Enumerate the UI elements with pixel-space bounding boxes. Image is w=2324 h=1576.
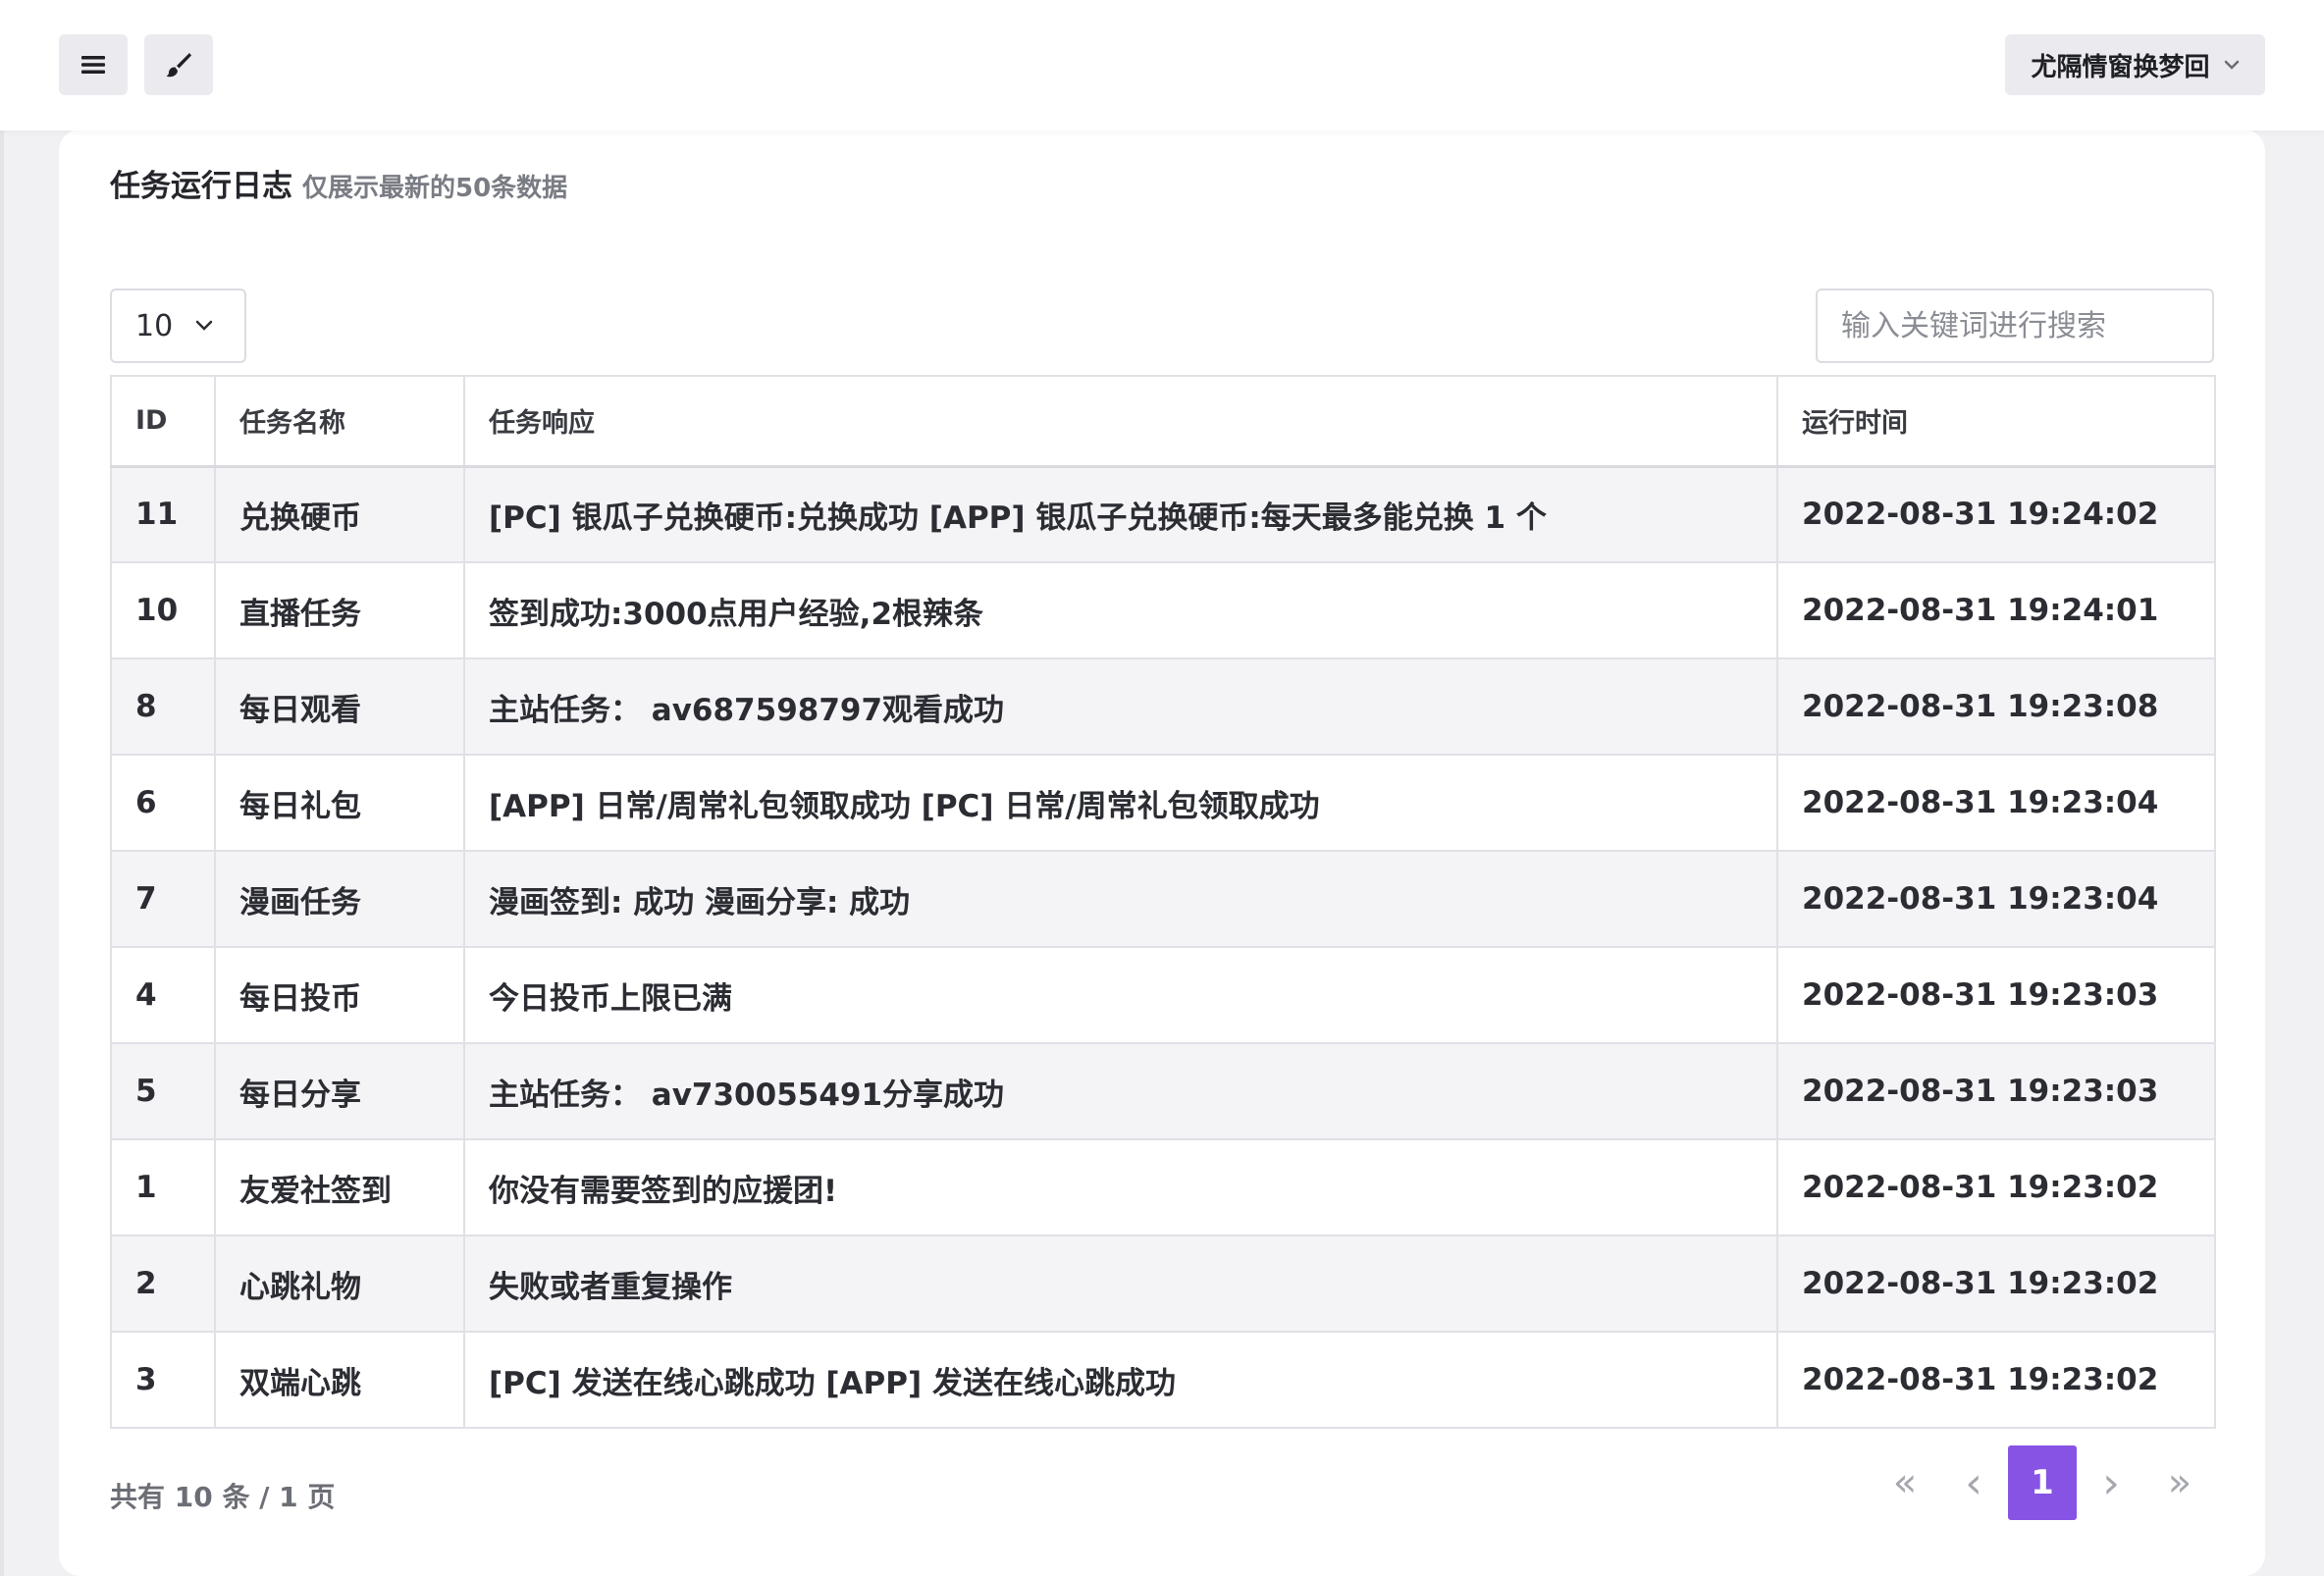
cell-id: 5 <box>110 1042 216 1140</box>
cell-run-time: 2022-08-31 19:23:02 <box>1776 1138 2216 1236</box>
header-id[interactable]: ID <box>110 375 216 468</box>
theme-button[interactable] <box>144 34 213 95</box>
table-row: 7 漫画任务 漫画签到: 成功 漫画分享: 成功 2022-08-31 19:23:0… <box>110 850 2216 948</box>
user-name: 尤隔情窗换梦回 <box>2031 52 2210 82</box>
card-header: 任务运行日志 仅展示最新的50条数据 <box>110 161 567 205</box>
cell-task-name: 友爱社签到 <box>214 1138 465 1236</box>
cell-run-time: 2022-08-31 19:23:02 <box>1776 1331 2216 1429</box>
table-row: 6 每日礼包 [APP] 日常/周常礼包领取成功 [PC] 日常/周常礼包领取成功 2… <box>110 754 2216 852</box>
cell-run-time: 2022-08-31 19:24:01 <box>1776 561 2216 659</box>
cell-task-name: 每日观看 <box>214 657 465 756</box>
cell-response: [APP] 日常/周常礼包领取成功 [PC] 日常/周常礼包领取成功 <box>463 754 1778 852</box>
cell-response: 你没有需要签到的应援团! <box>463 1138 1778 1236</box>
search-input[interactable] <box>1816 289 2214 363</box>
cell-task-name: 直播任务 <box>214 561 465 659</box>
cell-response: 主站任务： av687598797观看成功 <box>463 657 1778 756</box>
table-row: 11 兑换硬币 [PC] 银瓜子兑换硬币:兑换成功 [APP] 银瓜子兑换硬币:每天… <box>110 465 2216 563</box>
cell-id: 7 <box>110 850 216 948</box>
chevron-left-icon: ‹ <box>1965 1457 1982 1508</box>
cell-id: 2 <box>110 1235 216 1333</box>
double-chevron-left-icon: « <box>1892 1460 1918 1505</box>
pagination: « ‹ 1 › » <box>1871 1445 2214 1520</box>
table-row: 3 双端心跳 [PC] 发送在线心跳成功 [APP] 发送在线心跳成功 2022-08… <box>110 1331 2216 1429</box>
cell-task-name: 每日投币 <box>214 946 465 1044</box>
cell-task-name: 每日分享 <box>214 1042 465 1140</box>
cell-task-name: 双端心跳 <box>214 1331 465 1429</box>
menu-toggle-button[interactable] <box>59 34 128 95</box>
chevron-down-icon <box>195 320 213 331</box>
cell-run-time: 2022-08-31 19:23:04 <box>1776 754 2216 852</box>
paintbrush-icon <box>166 53 191 78</box>
cell-run-time: 2022-08-31 19:23:03 <box>1776 1042 2216 1140</box>
cell-response: 签到成功:3000点用户经验,2根辣条 <box>463 561 1778 659</box>
cell-run-time: 2022-08-31 19:23:04 <box>1776 850 2216 948</box>
cell-response: 主站任务： av730055491分享成功 <box>463 1042 1778 1140</box>
cell-id: 4 <box>110 946 216 1044</box>
next-page-button[interactable]: › <box>2077 1445 2145 1520</box>
page-size-select[interactable]: 10 <box>110 289 246 363</box>
cell-id: 8 <box>110 657 216 756</box>
cell-response: 今日投币上限已满 <box>463 946 1778 1044</box>
header-response[interactable]: 任务响应 <box>463 375 1778 468</box>
table-row: 2 心跳礼物 失败或者重复操作 2022-08-31 19:23:02 <box>110 1235 2216 1333</box>
cell-id: 10 <box>110 561 216 659</box>
table-row: 1 友爱社签到 你没有需要签到的应援团! 2022-08-31 19:23:02 <box>110 1138 2216 1236</box>
card-subtitle: 仅展示最新的50条数据 <box>302 174 568 203</box>
cell-run-time: 2022-08-31 19:24:02 <box>1776 465 2216 563</box>
page-size-value: 10 <box>135 308 174 343</box>
table-row: 10 直播任务 签到成功:3000点用户经验,2根辣条 2022-08-31 19:2… <box>110 561 2216 659</box>
cell-run-time: 2022-08-31 19:23:02 <box>1776 1235 2216 1333</box>
first-page-button[interactable]: « <box>1871 1445 1939 1520</box>
task-log-table: ID 任务名称 任务响应 运行时间 11 兑换硬币 [PC] 银瓜子兑换硬币:兑换成… <box>110 375 2216 1429</box>
cell-response: 失败或者重复操作 <box>463 1235 1778 1333</box>
page-number: 1 <box>2031 1463 2054 1502</box>
task-log-card: 任务运行日志 仅展示最新的50条数据 10 ID 任务名称 任务响应 运行时间 … <box>59 130 2265 1576</box>
cell-response: [PC] 发送在线心跳成功 [APP] 发送在线心跳成功 <box>463 1331 1778 1429</box>
card-title: 任务运行日志 <box>110 169 292 204</box>
cell-task-name: 兑换硬币 <box>214 465 465 563</box>
table-row: 8 每日观看 主站任务： av687598797观看成功 2022-08-31 19:… <box>110 657 2216 756</box>
last-page-button[interactable]: » <box>2145 1445 2214 1520</box>
cell-task-name: 每日礼包 <box>214 754 465 852</box>
cell-run-time: 2022-08-31 19:23:08 <box>1776 657 2216 756</box>
cell-id: 3 <box>110 1331 216 1429</box>
cell-task-name: 漫画任务 <box>214 850 465 948</box>
pagination-summary: 共有 10 条 / 1 页 <box>110 1481 336 1513</box>
cell-response: [PC] 银瓜子兑换硬币:兑换成功 [APP] 银瓜子兑换硬币:每天最多能兑换 … <box>463 465 1778 563</box>
cell-id: 6 <box>110 754 216 852</box>
user-menu[interactable]: 尤隔情窗换梦回 <box>2005 34 2265 95</box>
chevron-right-icon: › <box>2102 1457 2120 1508</box>
hamburger-icon <box>81 56 105 74</box>
double-chevron-right-icon: » <box>2167 1460 2192 1505</box>
table-header-row: ID 任务名称 任务响应 运行时间 <box>110 375 2216 468</box>
cell-task-name: 心跳礼物 <box>214 1235 465 1333</box>
prev-page-button[interactable]: ‹ <box>1939 1445 2008 1520</box>
chevron-down-icon <box>2224 60 2239 70</box>
header-name[interactable]: 任务名称 <box>214 375 465 468</box>
sidebar-edge <box>0 131 4 1576</box>
table-row: 4 每日投币 今日投币上限已满 2022-08-31 19:23:03 <box>110 946 2216 1044</box>
header-time[interactable]: 运行时间 <box>1776 375 2216 468</box>
cell-id: 11 <box>110 465 216 563</box>
table-row: 5 每日分享 主站任务： av730055491分享成功 2022-08-31 19:… <box>110 1042 2216 1140</box>
cell-response: 漫画签到: 成功 漫画分享: 成功 <box>463 850 1778 948</box>
cell-run-time: 2022-08-31 19:23:03 <box>1776 946 2216 1044</box>
cell-id: 1 <box>110 1138 216 1236</box>
top-navbar: 尤隔情窗换梦回 <box>0 0 2324 131</box>
page-button-current[interactable]: 1 <box>2008 1445 2077 1520</box>
